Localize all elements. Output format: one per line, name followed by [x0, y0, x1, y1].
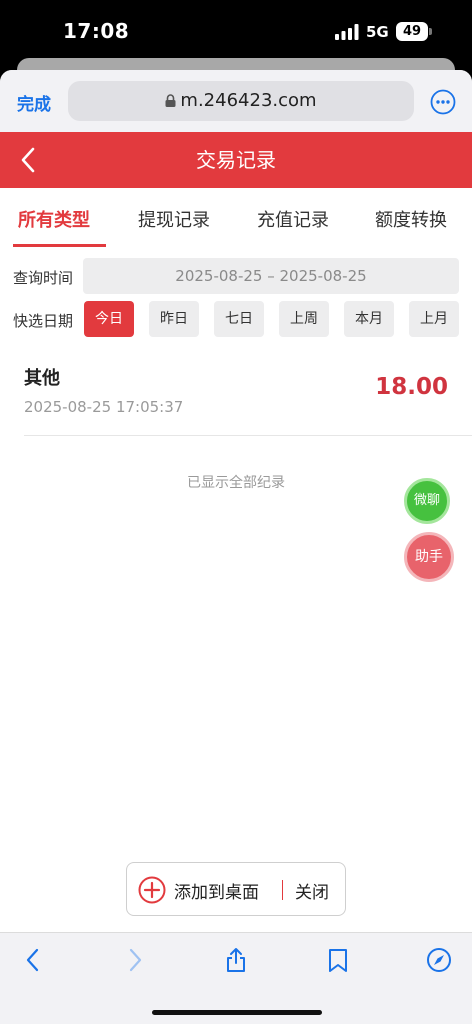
page-title: 交易记录	[196, 148, 276, 172]
url-text: m.246423.com	[180, 90, 317, 111]
back-icon[interactable]	[20, 947, 46, 973]
quick-date-yesterday[interactable]: 昨日	[149, 301, 199, 337]
battery-level: 49	[402, 24, 422, 39]
phone-screen: 17:08 5G 49 完成 m.246423.com 交易记录 所有类型 提现…	[0, 0, 472, 1024]
lock-icon	[165, 94, 176, 107]
browser-bar: 完成 m.246423.com	[0, 70, 472, 132]
tab-deposits[interactable]: 充值记录	[257, 206, 329, 232]
share-icon[interactable]	[223, 947, 249, 973]
query-time-label: 查询时间	[13, 269, 74, 287]
query-time-row: 查询时间 2025-08-25 – 2025-08-25	[0, 255, 472, 295]
battery-icon: 49	[396, 22, 432, 41]
status-time: 17:08	[63, 19, 130, 43]
wechat-float-button[interactable]: 微聊	[404, 478, 450, 524]
list-end-text: 已显示全部纪录	[187, 475, 285, 491]
back-arrow-icon[interactable]	[16, 146, 40, 174]
popup-separator	[282, 880, 283, 900]
network-type: 5G	[366, 23, 389, 41]
record-time: 2025-08-25 17:05:37	[24, 398, 184, 416]
add-to-home-button[interactable]: 添加到桌面	[174, 878, 259, 903]
close-popup-button[interactable]: 关闭	[295, 878, 329, 903]
done-button[interactable]: 完成	[17, 90, 51, 115]
forward-icon[interactable]	[122, 947, 148, 973]
active-tab-underline	[13, 244, 106, 247]
home-indicator	[152, 1010, 322, 1015]
quick-date-today[interactable]: 今日	[84, 301, 134, 337]
quick-date-seven-days[interactable]: 七日	[214, 301, 264, 337]
assistant-float-button[interactable]: 助手	[404, 532, 454, 582]
tab-withdrawals[interactable]: 提现记录	[138, 206, 210, 232]
tab-transfers[interactable]: 额度转换	[375, 206, 447, 232]
quick-date-row: 快选日期 今日 昨日 七日 上周 本月 上月	[0, 299, 472, 339]
bookmarks-icon[interactable]	[325, 947, 351, 973]
more-options-icon[interactable]	[430, 89, 456, 115]
date-range-field[interactable]: 2025-08-25 – 2025-08-25	[83, 258, 459, 294]
signal-icon	[335, 24, 359, 40]
app-header: 交易记录	[0, 132, 472, 188]
quick-date-last-month[interactable]: 上月	[409, 301, 459, 337]
record-type: 其他	[24, 368, 60, 389]
tab-bar: 所有类型 提现记录 充值记录 额度转换	[0, 188, 472, 248]
quick-date-this-month[interactable]: 本月	[344, 301, 394, 337]
quick-date-last-week[interactable]: 上周	[279, 301, 329, 337]
tab-all-types[interactable]: 所有类型	[18, 206, 90, 232]
address-bar[interactable]: m.246423.com	[68, 81, 414, 121]
status-bar: 17:08 5G 49	[0, 0, 472, 62]
quick-date-label: 快选日期	[13, 312, 74, 330]
add-circle-icon[interactable]	[138, 876, 166, 904]
compass-icon[interactable]	[426, 947, 452, 973]
record-amount: 18.00	[375, 374, 448, 400]
browser-sheet: 完成 m.246423.com 交易记录 所有类型 提现记录 充值记录 额度转换…	[0, 70, 472, 1024]
add-to-home-popup: 添加到桌面 关闭	[126, 862, 346, 916]
record-divider	[24, 435, 472, 436]
record-item[interactable]: 其他 2025-08-25 17:05:37 18.00	[0, 352, 472, 436]
